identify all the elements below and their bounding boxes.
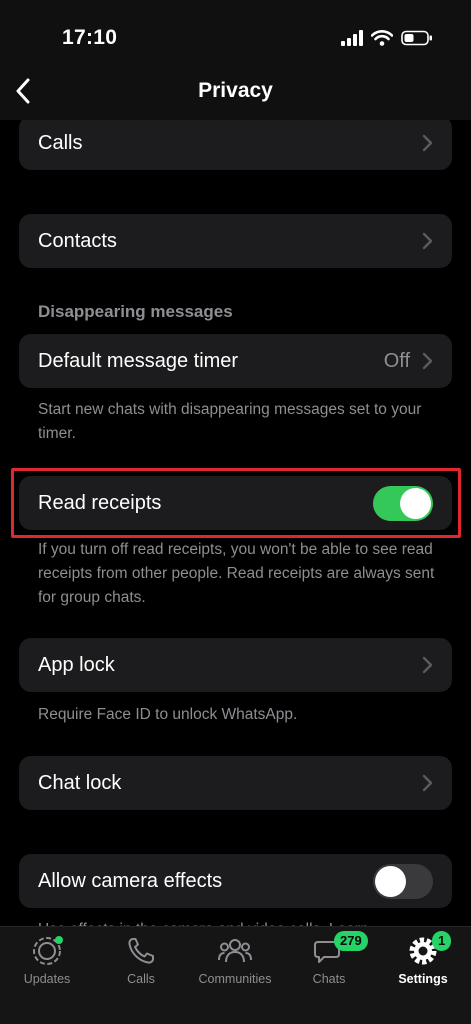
status-bar: 17:10 — [0, 0, 471, 62]
tab-communities[interactable]: Communities — [188, 935, 282, 995]
tab-label: Settings — [398, 972, 448, 986]
contacts-label: Contacts — [38, 230, 117, 252]
disappearing-messages-header: Disappearing messages — [38, 302, 233, 321]
chevron-right-icon — [422, 656, 433, 674]
default-message-timer-value: Off — [383, 350, 410, 372]
default-message-timer-label: Default message timer — [38, 350, 239, 372]
chat-bubbles-icon: 279 — [312, 931, 368, 967]
default-message-timer-row[interactable]: Default message timer Off — [19, 334, 452, 388]
chevron-right-icon — [422, 134, 433, 152]
tab-calls[interactable]: Calls — [94, 935, 188, 995]
tab-bar: Updates Calls Communities 279 Chats 1 Se… — [0, 926, 471, 1024]
chevron-right-icon — [422, 774, 433, 792]
chat-lock-label: Chat lock — [38, 772, 122, 794]
phone-icon — [124, 935, 158, 967]
contacts-row[interactable]: Contacts — [19, 214, 452, 268]
calls-label: Calls — [38, 132, 83, 154]
settings-badge: 1 — [432, 931, 452, 951]
tab-label: Calls — [127, 972, 155, 986]
gear-icon: 1 — [406, 931, 452, 967]
calls-row[interactable]: Calls — [19, 120, 452, 170]
toggle-knob — [375, 866, 406, 897]
allow-camera-effects-label: Allow camera effects — [38, 870, 223, 892]
tab-settings[interactable]: 1 Settings — [376, 931, 470, 995]
tab-chats[interactable]: 279 Chats — [282, 931, 376, 995]
updates-icon — [30, 935, 64, 967]
communities-icon — [218, 935, 252, 967]
privacy-settings-list[interactable]: Calls Contacts Disappearing messages Def… — [0, 120, 471, 926]
disappearing-messages-footnote: Start new chats with disappearing messag… — [38, 401, 422, 442]
page-title: Privacy — [198, 79, 273, 102]
updates-dot — [55, 936, 63, 944]
highlight-annotation — [11, 468, 461, 538]
camera-effects-footnote: Use effects in the camera and video call… — [38, 918, 438, 926]
app-lock-footnote: Require Face ID to unlock WhatsApp. — [38, 706, 298, 723]
tab-updates[interactable]: Updates — [0, 935, 94, 995]
status-icons — [341, 28, 433, 48]
status-time: 17:10 — [62, 26, 118, 49]
allow-camera-effects-toggle[interactable] — [373, 864, 433, 899]
chat-lock-row[interactable]: Chat lock — [19, 756, 452, 810]
tab-label: Updates — [23, 972, 71, 986]
allow-camera-effects-row: Allow camera effects — [19, 854, 452, 908]
cellular-signal-icon — [341, 30, 363, 46]
app-lock-label: App lock — [38, 654, 115, 676]
tab-label: Communities — [198, 972, 272, 986]
chevron-right-icon — [422, 352, 433, 370]
app-lock-row[interactable]: App lock — [19, 638, 452, 692]
tab-label: Chats — [312, 972, 346, 986]
read-receipts-footnote: If you turn off read receipts, you won't… — [38, 541, 435, 606]
wifi-icon — [371, 30, 393, 46]
battery-icon — [401, 30, 432, 46]
chevron-right-icon — [422, 232, 433, 250]
chats-unread-badge: 279 — [334, 931, 368, 951]
navigation-bar: Privacy — [0, 62, 471, 120]
